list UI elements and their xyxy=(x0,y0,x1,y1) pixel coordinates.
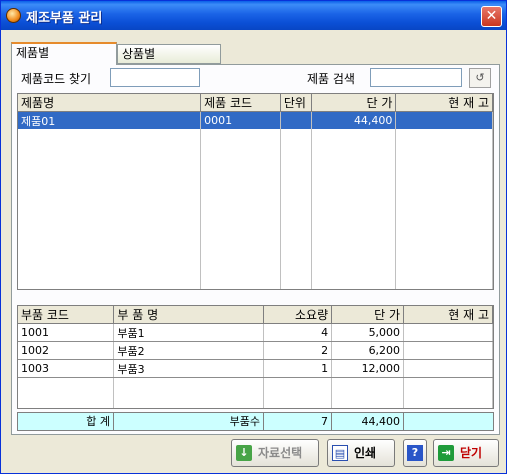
help-button[interactable]: ? xyxy=(403,439,427,467)
cell-part-stock xyxy=(403,341,493,360)
product-grid[interactable]: 제품명 제품 코드 단위 단 가 현 재 고 제품01 0001 44,400 xyxy=(17,93,494,290)
column-header-product-name[interactable]: 제품명 xyxy=(18,94,202,112)
window-title: 제조부품 관리 xyxy=(26,11,103,26)
cell-part-code: 1003 xyxy=(18,359,115,378)
table-row[interactable]: 1002 부품2 2 6,200 xyxy=(18,341,493,360)
totals-row: 합 계 부품수 7 44,400 xyxy=(17,412,494,431)
table-row[interactable]: 제품01 0001 44,400 xyxy=(18,111,493,129)
cell-part-stock xyxy=(403,323,493,342)
column-header-part-price[interactable]: 단 가 xyxy=(331,306,405,324)
cell-part-price: 12,000 xyxy=(331,359,405,378)
main-window: 제조부품 관리 ✕ 제품별 상품별 제품코드 찾기 제품 검색 ↺ 제품명 제품… xyxy=(0,0,507,474)
cell-quantity: 1 xyxy=(263,359,333,378)
column-header-part-stock[interactable]: 현 재 고 xyxy=(403,306,493,324)
cell-product-name: 제품01 xyxy=(18,111,202,129)
part-count-value: 7 xyxy=(264,413,332,430)
select-data-icon: ↓ xyxy=(236,445,252,461)
column-header-product-code[interactable]: 제품 코드 xyxy=(200,94,281,112)
refresh-button[interactable]: ↺ xyxy=(469,68,491,88)
cell-part-name: 부품3 xyxy=(113,359,265,378)
column-header-part-name[interactable]: 부 품 명 xyxy=(113,306,265,324)
exit-icon: ⇥ xyxy=(438,445,454,461)
parts-grid[interactable]: 부품 코드 부 품 명 소요량 단 가 현 재 고 1001 부품1 4 5,0… xyxy=(17,305,494,409)
product-code-search-label: 제품코드 찾기 xyxy=(21,72,92,86)
product-search-label: 제품 검색 xyxy=(307,72,355,86)
column-header-unit-price[interactable]: 단 가 xyxy=(311,94,397,112)
part-count-label: 부품수 xyxy=(114,413,264,430)
cell-quantity: 4 xyxy=(263,323,333,342)
cell-part-name: 부품2 xyxy=(113,341,265,360)
column-header-stock[interactable]: 현 재 고 xyxy=(395,94,493,112)
title-bar[interactable]: 제조부품 관리 ✕ xyxy=(1,1,506,30)
cell-quantity: 2 xyxy=(263,341,333,360)
print-button[interactable]: ▤ 인쇄 xyxy=(327,439,395,467)
cell-part-stock xyxy=(403,359,493,378)
cell-product-code: 0001 xyxy=(200,111,281,129)
printer-icon: ▤ xyxy=(332,445,348,461)
column-header-quantity[interactable]: 소요량 xyxy=(263,306,333,324)
select-data-button[interactable]: ↓ 자료선택 xyxy=(231,439,319,467)
column-header-unit[interactable]: 단위 xyxy=(280,94,312,112)
product-search-input[interactable] xyxy=(370,68,462,87)
close-button[interactable]: ⇥ 닫기 xyxy=(433,439,499,467)
product-code-search-input[interactable] xyxy=(110,68,200,87)
help-icon: ? xyxy=(407,445,423,461)
cell-unit xyxy=(280,111,312,129)
cell-part-name: 부품1 xyxy=(113,323,265,342)
total-price-value: 44,400 xyxy=(332,413,404,430)
refresh-icon: ↺ xyxy=(475,71,485,84)
cell-stock xyxy=(395,111,493,129)
cell-part-code: 1001 xyxy=(18,323,115,342)
close-window-button[interactable]: ✕ xyxy=(481,6,502,27)
tab-by-goods[interactable]: 상품별 xyxy=(117,44,221,64)
cell-unit-price: 44,400 xyxy=(311,111,397,129)
tab-by-product[interactable]: 제품별 xyxy=(11,42,117,65)
table-row[interactable]: 1001 부품1 4 5,000 xyxy=(18,323,493,342)
totals-label: 합 계 xyxy=(18,413,114,430)
cell-part-price: 5,000 xyxy=(331,323,405,342)
cell-part-code: 1002 xyxy=(18,341,115,360)
table-row[interactable]: 1003 부품3 1 12,000 xyxy=(18,359,493,378)
cell-part-price: 6,200 xyxy=(331,341,405,360)
app-icon xyxy=(6,8,21,23)
column-header-part-code[interactable]: 부품 코드 xyxy=(18,306,115,324)
